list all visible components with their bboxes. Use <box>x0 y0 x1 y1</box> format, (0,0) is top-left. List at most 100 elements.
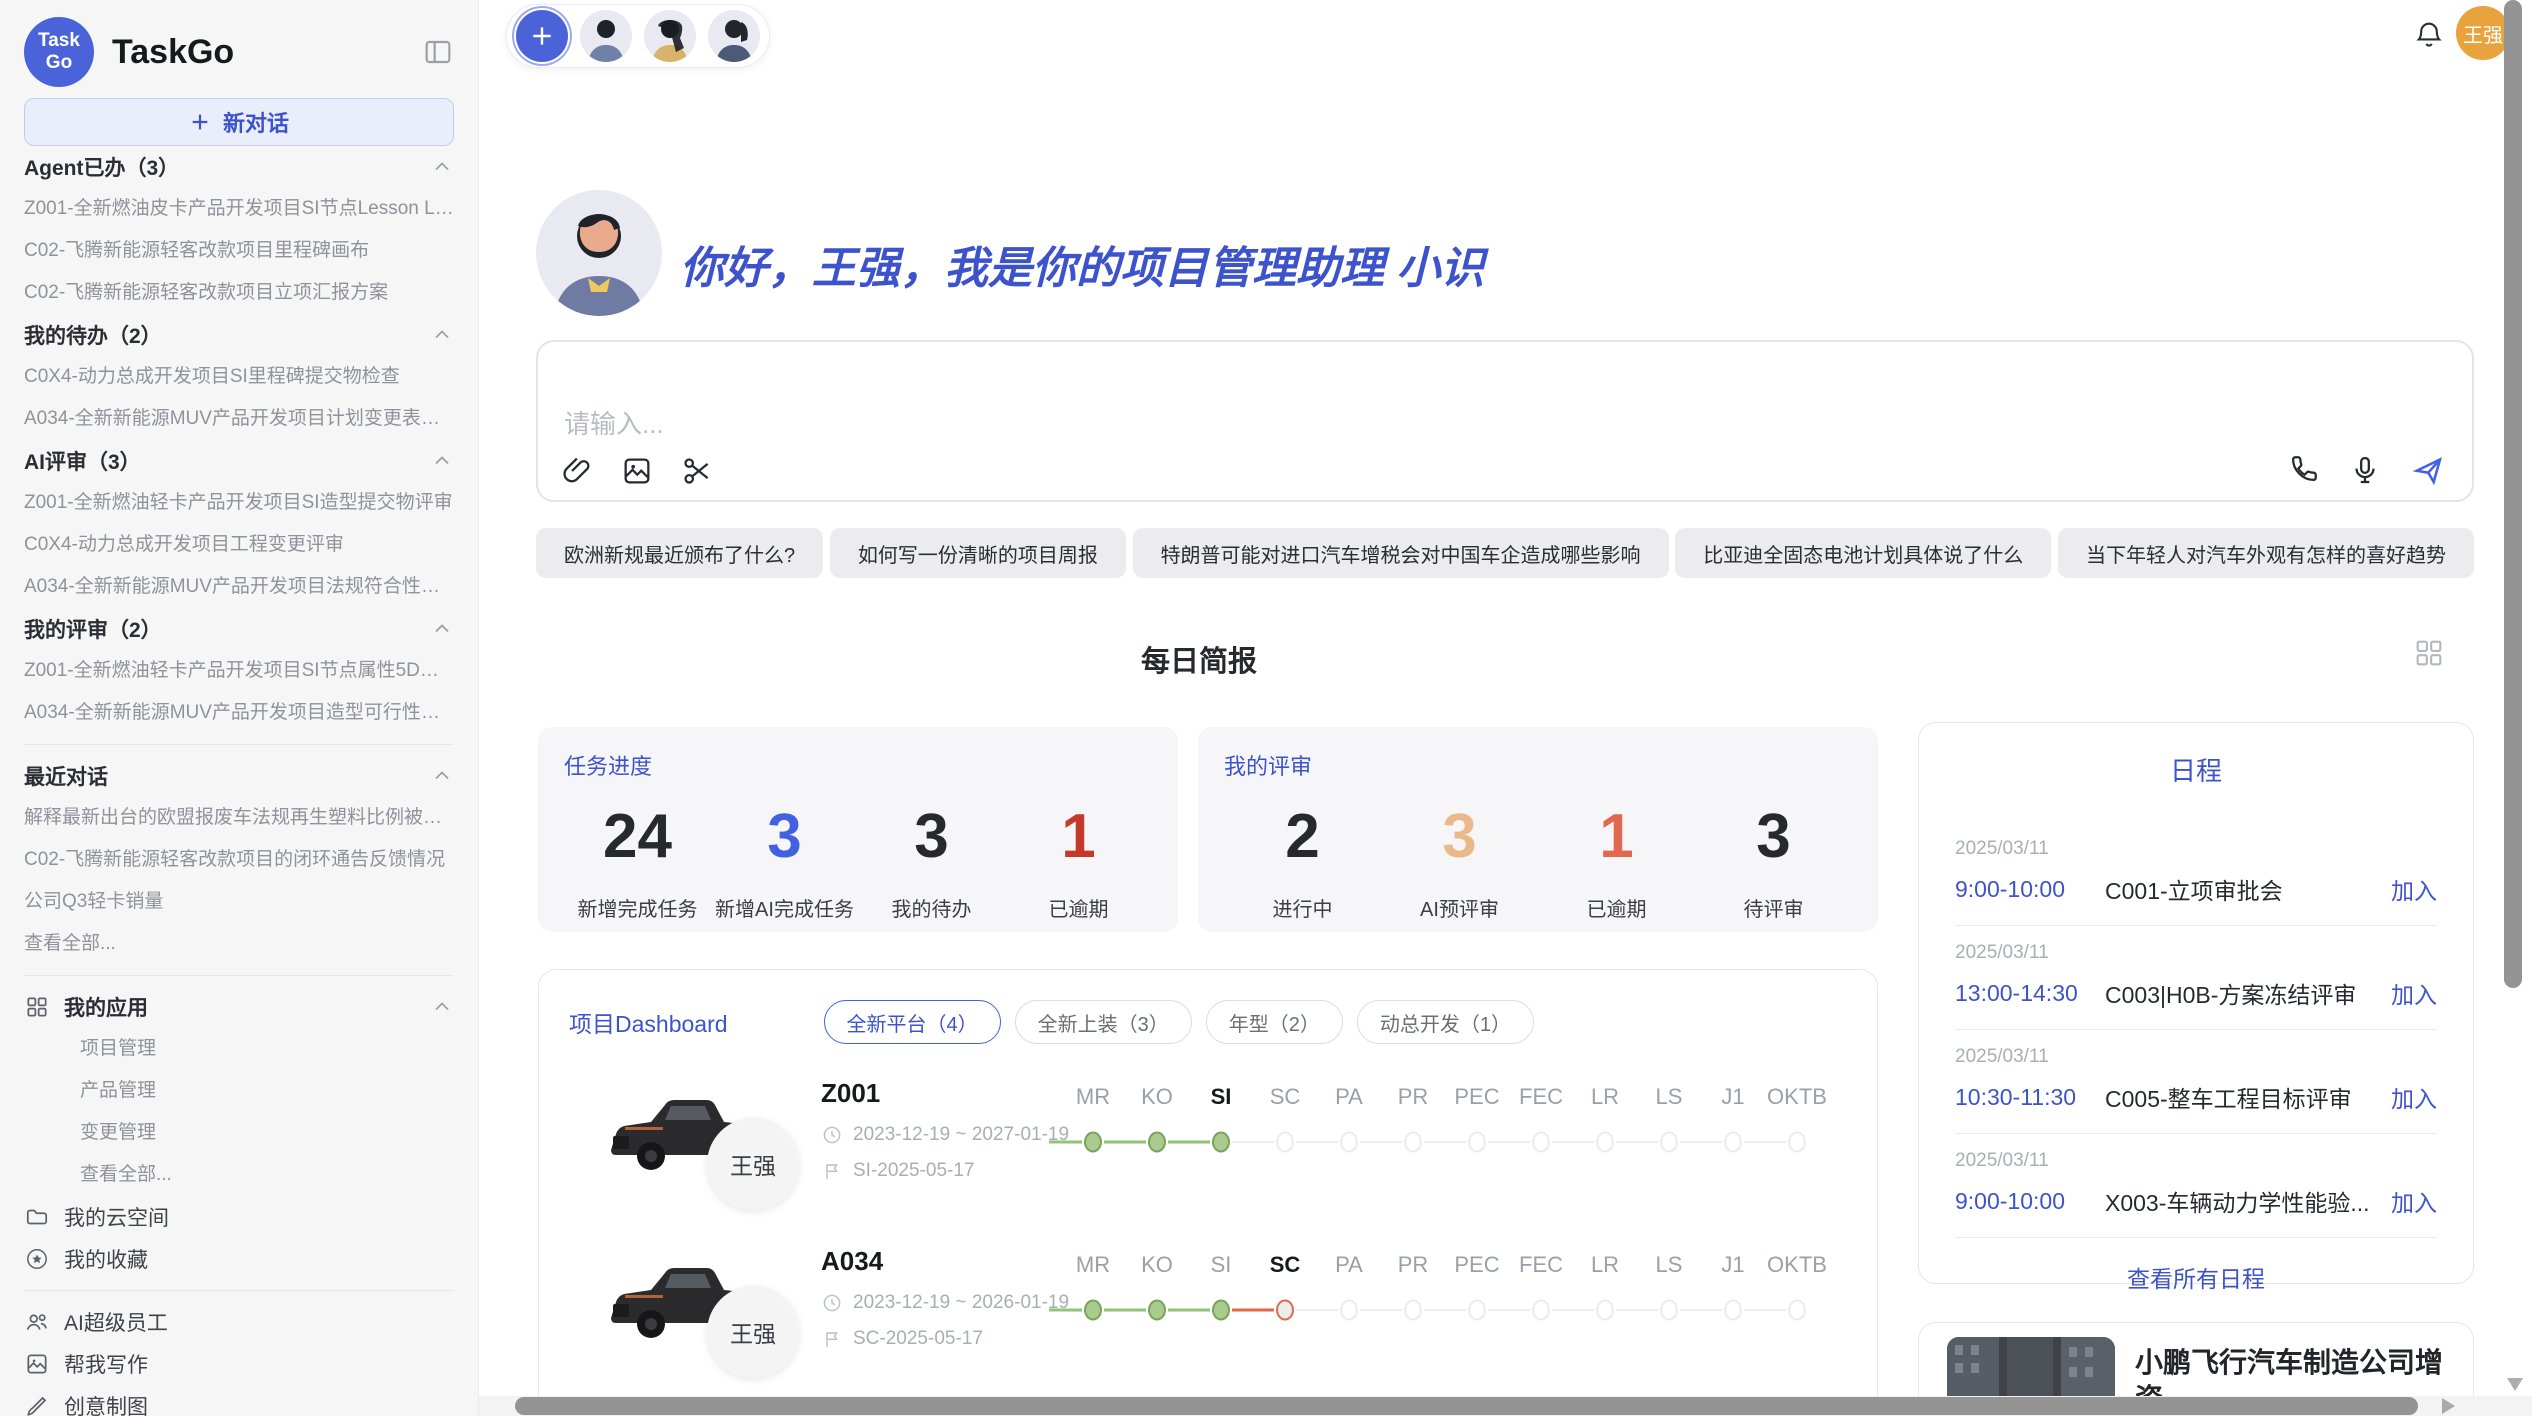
dashboard-tab[interactable]: 全新上装（3） <box>1015 1000 1192 1044</box>
suggestion-chip[interactable]: 当下年轻人对汽车外观有怎样的喜好趋势 <box>2058 528 2474 578</box>
milestone-dot[interactable] <box>1788 1300 1806 1321</box>
sidebar-recent-header[interactable]: 最近对话 <box>24 755 454 797</box>
suggestion-chip[interactable]: 欧洲新规最近颁布了什么? <box>536 528 823 578</box>
add-collaborator-button[interactable] <box>516 10 568 62</box>
sidebar-list-item[interactable]: A034-全新新能源MUV产品开发项目法规符合性评审 <box>24 566 454 608</box>
milestone-dot[interactable] <box>1212 1132 1230 1153</box>
sidebar-section-header-title: Agent已办（3） <box>24 152 179 182</box>
milestone-connector <box>1616 1309 1658 1311</box>
milestone-dot[interactable] <box>1532 1132 1550 1153</box>
briefing-grid-icon[interactable] <box>2412 636 2446 670</box>
milestone-dot[interactable] <box>1468 1300 1486 1321</box>
milestone-dot[interactable] <box>1148 1132 1166 1153</box>
horizontal-scrollbar-thumb[interactable] <box>515 1397 2418 1415</box>
milestone-connector <box>1168 1141 1210 1144</box>
bell-icon[interactable] <box>2412 18 2446 52</box>
sidebar-list-item[interactable]: Z001-全新燃油轻卡产品开发项目SI节点属性5D文件评审 <box>24 650 454 692</box>
sidebar-list-item[interactable]: Z001-全新燃油皮卡产品开发项目SI节点Lesson Learn报告 <box>24 188 454 230</box>
sidebar-list-item[interactable]: C0X4-动力总成开发项目SI里程碑提交物检查 <box>24 356 454 398</box>
send-icon[interactable] <box>2410 452 2446 488</box>
milestone-dot[interactable] <box>1084 1300 1102 1321</box>
sidebar-list-item[interactable]: A034-全新新能源MUV产品开发项目计划变更表编写 <box>24 398 454 440</box>
scroll-right-arrow-icon[interactable] <box>2442 1398 2455 1414</box>
dashboard-tab[interactable]: 动总开发（1） <box>1357 1000 1534 1044</box>
milestone-dot[interactable] <box>1660 1132 1678 1153</box>
sidebar-item-write[interactable]: 帮我写作 <box>24 1343 454 1385</box>
sidebar-section-header[interactable]: AI评审（3） <box>24 440 454 482</box>
sidebar-section-header[interactable]: Agent已办（3） <box>24 146 454 188</box>
dashboard-tab[interactable]: 全新平台（4） <box>824 1000 1001 1044</box>
sidebar-apps-section: 我的应用项目管理产品管理变更管理查看全部... <box>24 986 454 1196</box>
milestone-dot[interactable] <box>1276 1132 1294 1153</box>
sidebar-list-item[interactable]: C02-飞腾新能源轻客改款项目里程碑画布 <box>24 230 454 272</box>
collaborator-avatar[interactable] <box>580 10 632 62</box>
milestone-connector <box>1744 1141 1786 1143</box>
dashboard-tab[interactable]: 年型（2） <box>1206 1000 1343 1044</box>
sidebar-app-item[interactable]: 产品管理 <box>24 1070 454 1112</box>
sidebar-list-item[interactable]: C02-飞腾新能源轻客改款项目立项汇报方案 <box>24 272 454 314</box>
sidebar-list-item[interactable]: 解释最新出台的欧盟报废车法规再生塑料比例被调至15%... <box>24 797 454 839</box>
sidebar-list-item[interactable]: C0X4-动力总成开发项目工程变更评审 <box>24 524 454 566</box>
sidebar-task-sections: Agent已办（3） Z001-全新燃油皮卡产品开发项目SI节点Lesson Le… <box>24 146 454 734</box>
sidebar-list-item[interactable]: 查看全部... <box>24 923 454 965</box>
milestone-dot[interactable] <box>1532 1300 1550 1321</box>
event-join-link[interactable]: 加入 <box>2391 976 2437 1010</box>
collaborator-avatar[interactable] <box>644 10 696 62</box>
milestone-dot[interactable] <box>1084 1132 1102 1153</box>
sidebar-app-item[interactable]: 查看全部... <box>24 1154 454 1196</box>
suggestion-chip[interactable]: 特朗普可能对进口汽车增税会对中国车企造成哪些影响 <box>1133 528 1669 578</box>
sidebar-apps-header[interactable]: 我的应用 <box>24 986 454 1028</box>
sidebar-item-people[interactable]: AI超级员工 <box>24 1301 454 1343</box>
sidebar-list-item[interactable]: 公司Q3轻卡销量 <box>24 881 454 923</box>
mic-icon[interactable] <box>2348 453 2382 487</box>
vertical-scrollbar-thumb[interactable] <box>2504 0 2522 988</box>
milestone-dot[interactable] <box>1724 1132 1742 1153</box>
sidebar-section-header[interactable]: 我的待办（2） <box>24 314 454 356</box>
sidebar-list-item[interactable]: C02-飞腾新能源轻客改款项目的闭环通告反馈情况 <box>24 839 454 881</box>
sidebar-item-pen[interactable]: 创意制图 <box>24 1385 454 1416</box>
event-join-link[interactable]: 加入 <box>2391 872 2437 906</box>
milestone-dot[interactable] <box>1724 1300 1742 1321</box>
collapse-sidebar-icon[interactable] <box>422 36 454 68</box>
schedule-event: 2025/03/119:00-10:00X003-车辆动力学性能验...加入 <box>1955 1134 2437 1238</box>
collaborator-avatar[interactable] <box>708 10 760 62</box>
milestone-dot[interactable] <box>1596 1132 1614 1153</box>
stat-value: 1 <box>1005 799 1152 875</box>
scroll-down-arrow-icon[interactable] <box>2507 1378 2523 1391</box>
user-avatar[interactable]: 王强 <box>2456 6 2510 60</box>
milestone-dot[interactable] <box>1660 1300 1678 1321</box>
stat-label: 我的待办 <box>858 893 1005 922</box>
milestone-dot[interactable] <box>1404 1132 1422 1153</box>
project-code[interactable]: Z001 <box>821 1078 880 1109</box>
new-chat-button[interactable]: 新对话 <box>24 98 454 146</box>
milestone-dot[interactable] <box>1276 1300 1294 1321</box>
message-composer[interactable]: 请输入... <box>536 340 2474 502</box>
apps-grid-icon <box>24 994 50 1020</box>
sidebar-app-item[interactable]: 项目管理 <box>24 1028 454 1070</box>
collaborators-bar <box>506 4 770 68</box>
milestone-dot[interactable] <box>1468 1132 1486 1153</box>
milestone-dot[interactable] <box>1404 1300 1422 1321</box>
sidebar-list-item[interactable]: Z001-全新燃油轻卡产品开发项目SI造型提交物评审 <box>24 482 454 524</box>
event-join-link[interactable]: 加入 <box>2391 1080 2437 1114</box>
sidebar-list-item[interactable]: A034-全新新能源MUV产品开发项目造型可行性评审 <box>24 692 454 734</box>
milestone-dot[interactable] <box>1596 1300 1614 1321</box>
milestone-dot[interactable] <box>1212 1300 1230 1321</box>
paperclip-icon[interactable] <box>560 454 594 488</box>
view-all-schedule-link[interactable]: 查看所有日程 <box>1955 1260 2437 1294</box>
sidebar-item-cloud[interactable]: 我的云空间 <box>24 1196 454 1238</box>
image-icon[interactable] <box>620 454 654 488</box>
milestone-dot[interactable] <box>1148 1300 1166 1321</box>
milestone-dot[interactable] <box>1788 1132 1806 1153</box>
sidebar-app-item[interactable]: 变更管理 <box>24 1112 454 1154</box>
phone-icon[interactable] <box>2286 453 2320 487</box>
sidebar-item-star[interactable]: 我的收藏 <box>24 1238 454 1280</box>
suggestion-chip[interactable]: 比亚迪全固态电池计划具体说了什么 <box>1675 528 2051 578</box>
event-join-link[interactable]: 加入 <box>2391 1184 2437 1218</box>
sidebar-section-header[interactable]: 我的评审（2） <box>24 608 454 650</box>
suggestion-chip[interactable]: 如何写一份清晰的项目周报 <box>830 528 1126 578</box>
scissors-icon[interactable] <box>680 454 714 488</box>
project-code[interactable]: A034 <box>821 1246 883 1277</box>
milestone-dot[interactable] <box>1340 1300 1358 1321</box>
milestone-dot[interactable] <box>1340 1132 1358 1153</box>
